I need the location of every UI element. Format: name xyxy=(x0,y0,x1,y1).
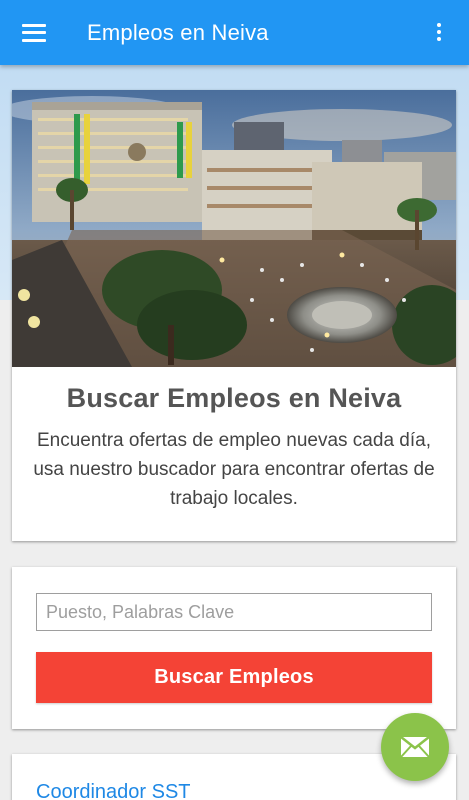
city-hero-image xyxy=(12,90,456,367)
mail-fab-button[interactable] xyxy=(381,713,449,781)
hero-card: Buscar Empleos en Neiva Encuentra oferta… xyxy=(12,90,456,541)
search-input[interactable] xyxy=(36,593,432,631)
hero-title: Buscar Empleos en Neiva xyxy=(66,383,402,413)
mail-icon xyxy=(400,736,430,758)
overflow-menu-button[interactable] xyxy=(419,12,459,52)
app-title: Empleos en Neiva xyxy=(87,19,269,45)
hamburger-menu-icon xyxy=(22,23,46,42)
menu-button[interactable] xyxy=(10,9,58,57)
search-jobs-button[interactable]: Buscar Empleos xyxy=(36,652,432,703)
job-title-link[interactable]: Coordinador SST xyxy=(36,781,191,800)
app-bar: Empleos en Neiva xyxy=(0,0,469,65)
more-vert-icon xyxy=(437,23,441,41)
hero-description: Encuentra ofertas de empleo nuevas cada … xyxy=(33,430,435,509)
search-card: Buscar Empleos xyxy=(12,567,456,729)
